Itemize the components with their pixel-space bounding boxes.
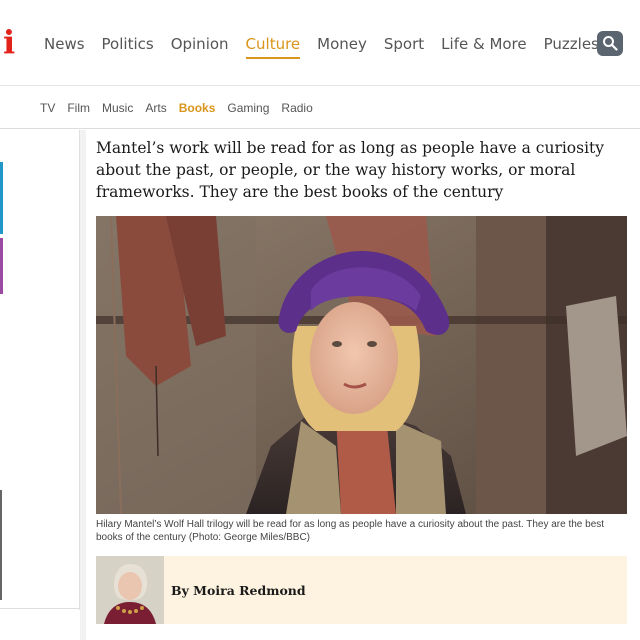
search-button[interactable] [597,31,623,56]
subnav-item-radio[interactable]: Radio [281,100,312,116]
author-avatar[interactable] [96,556,164,624]
sidebar-accent-dark [0,490,2,600]
subnav-item-music[interactable]: Music [102,100,133,116]
subnav-item-arts[interactable]: Arts [145,100,166,116]
portrait-illustration [96,216,627,514]
nav-item-culture[interactable]: Culture [245,34,301,59]
nav-item-life-more[interactable]: Life & More [441,34,526,59]
nav-item-opinion[interactable]: Opinion [171,34,229,59]
top-navigation-bar: i News Politics Opinion Culture Money Sp… [0,0,640,86]
article-hero-image[interactable] [96,216,627,514]
nav-item-news[interactable]: News [44,34,85,59]
section-sub-nav: TV Film Music Arts Books Gaming Radio [0,87,640,129]
author-name[interactable]: By Moira Redmond [171,583,306,598]
author-portrait [96,556,164,624]
site-logo[interactable]: i [3,24,15,60]
left-sidebar [0,130,80,610]
main-nav: News Politics Opinion Culture Money Spor… [44,34,616,59]
subnav-item-tv[interactable]: TV [40,100,55,116]
nav-item-sport[interactable]: Sport [384,34,424,59]
sidebar-accent-purple [0,238,3,294]
pull-quote: Mantel’s work will be read for as long a… [96,139,605,201]
sidebar-divider [80,130,86,640]
sidebar-accent-blue [0,162,3,234]
author-byline: By Moira Redmond [96,556,627,624]
subnav-item-film[interactable]: Film [67,100,90,116]
nav-item-politics[interactable]: Politics [102,34,154,59]
nav-item-money[interactable]: Money [317,34,367,59]
subnav-item-gaming[interactable]: Gaming [227,100,269,116]
image-caption: Hilary Mantel’s Wolf Hall trilogy will b… [96,519,605,543]
nav-item-puzzles[interactable]: Puzzles [544,34,599,59]
sidebar-bottom-rule [0,608,80,609]
search-icon [603,36,618,51]
subnav-item-books[interactable]: Books [179,100,216,116]
